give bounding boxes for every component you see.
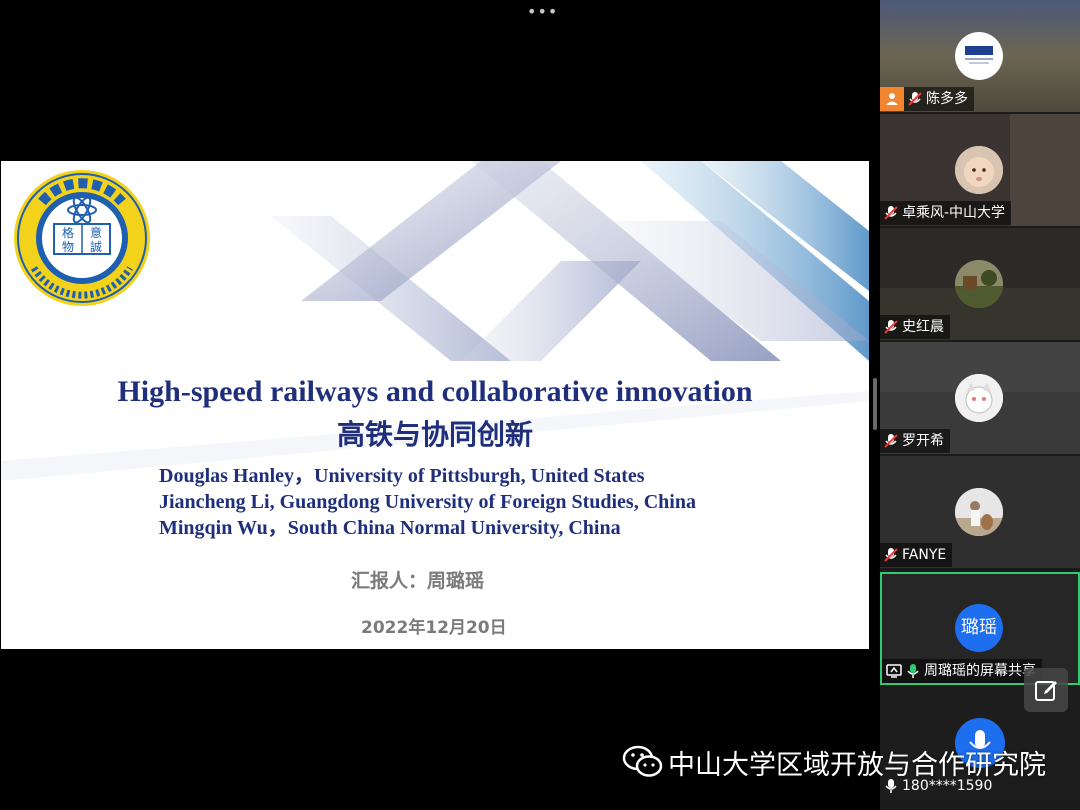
presentation-slide: 格 意 物 誠 High-speed railways and collabor… <box>1 161 869 649</box>
participant-name-bar: 罗开希 <box>880 429 950 453</box>
shared-screen-area: ••• 格 意 物 誠 High-speed railways and coll… <box>0 0 880 810</box>
host-icon <box>880 87 904 111</box>
university-logo: 格 意 物 誠 <box>14 170 150 306</box>
mic-muted-icon <box>884 320 898 334</box>
mic-muted-icon <box>884 434 898 448</box>
more-options-button[interactable]: ••• <box>527 4 557 20</box>
svg-text:誠: 誠 <box>90 240 102 254</box>
slide-title-chinese: 高铁与协同创新 <box>336 418 533 451</box>
slide-title-english: High-speed railways and collaborative in… <box>117 375 753 408</box>
institute-logo-icon <box>965 46 993 64</box>
participant-name-bar: 陈多多 <box>880 87 974 111</box>
cartoon-avatar-icon <box>955 374 1003 422</box>
panel-resize-handle[interactable] <box>873 378 877 430</box>
landscape-photo-icon <box>955 260 1003 308</box>
watermark-text: 中山大学区域开放与合作研究院 <box>668 749 1046 781</box>
screen-share-icon <box>886 664 902 678</box>
mic-muted-icon <box>884 548 898 562</box>
avatar <box>955 374 1003 422</box>
participant-name: 卓乘风-中山大学 <box>902 205 1006 221</box>
mic-active-icon <box>907 664 919 678</box>
participant-name: 陈多多 <box>926 91 968 107</box>
svg-text:格: 格 <box>62 225 74 240</box>
participant-tile[interactable]: 史红晨 <box>880 228 1080 340</box>
baby-photo-icon <box>955 146 1003 194</box>
participant-tile[interactable]: FANYE <box>880 456 1080 568</box>
svg-text:意: 意 <box>90 225 102 240</box>
mic-muted-icon <box>884 206 898 220</box>
svg-text:物: 物 <box>62 240 74 254</box>
avatar: 璐瑶 <box>955 604 1003 652</box>
author-list: Douglas Hanley，University of Pittsburgh,… <box>159 463 696 541</box>
participant-name: FANYE <box>902 547 947 563</box>
slide-date: 2022年12月20日 <box>361 618 507 638</box>
participant-tile[interactable]: 卓乘风-中山大学 <box>880 114 1080 226</box>
participant-name-bar: FANYE <box>880 543 953 567</box>
avatar <box>955 32 1003 80</box>
avatar <box>955 260 1003 308</box>
mic-muted-icon <box>908 92 922 106</box>
participant-name-bar: 史红晨 <box>880 315 950 339</box>
author-line: Jiancheng Li, Guangdong University of Fo… <box>159 491 696 513</box>
pen-edit-icon <box>1035 681 1057 701</box>
participant-name-bar: 周璐瑶的屏幕共享 <box>882 659 1042 683</box>
participant-name: 周璐瑶的屏幕共享 <box>924 663 1036 679</box>
wechat-icon <box>622 745 663 777</box>
avatar <box>955 488 1003 536</box>
reporter-label: 汇报人：周璐瑶 <box>351 570 485 592</box>
participant-tile[interactable]: 陈多多 <box>880 0 1080 112</box>
author-line: Mingqin Wu，South China Normal University… <box>159 517 621 539</box>
participant-name-bar: 卓乘风-中山大学 <box>880 201 1012 225</box>
person-photo-icon <box>955 488 1003 536</box>
participant-tile[interactable]: 罗开希 <box>880 342 1080 454</box>
author-line: Douglas Hanley，University of Pittsburgh,… <box>159 465 645 487</box>
avatar <box>955 146 1003 194</box>
participant-name: 罗开希 <box>902 433 944 449</box>
participant-name: 史红晨 <box>902 319 944 335</box>
wechat-watermark: 中山大学区域开放与合作研究院 <box>622 742 1046 782</box>
annotate-button[interactable] <box>1024 668 1068 712</box>
